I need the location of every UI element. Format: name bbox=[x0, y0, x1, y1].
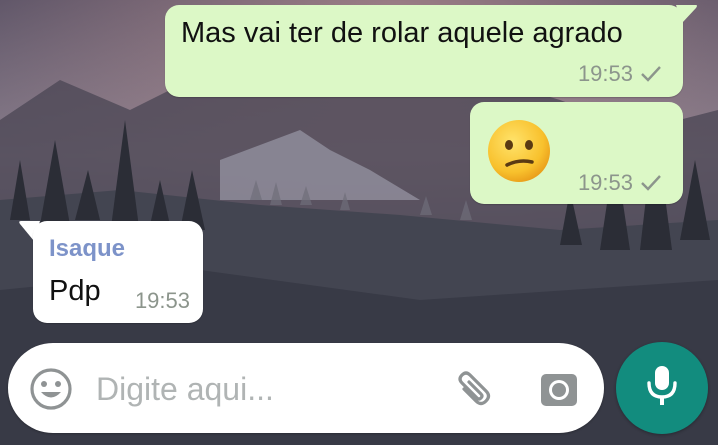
bubble-tail bbox=[676, 5, 697, 23]
paperclip-icon[interactable] bbox=[448, 365, 496, 413]
message-time: 19:53 bbox=[577, 61, 633, 86]
message-outgoing-emoji[interactable]: 19:53 bbox=[470, 102, 683, 204]
message-outgoing[interactable]: Mas vai ter de rolar aquele agrado 19:53 bbox=[165, 5, 683, 97]
confused-face-emoji bbox=[487, 119, 551, 183]
message-text: Mas vai ter de rolar aquele agrado bbox=[181, 17, 623, 49]
message-time: 19:53 bbox=[134, 288, 190, 313]
sender-name[interactable]: Isaque bbox=[49, 235, 125, 263]
message-text: Pdp bbox=[49, 275, 101, 307]
message-composer bbox=[8, 343, 604, 433]
message-time: 19:53 bbox=[577, 170, 633, 195]
message-incoming[interactable]: Isaque Pdp 19:53 bbox=[33, 221, 203, 323]
message-meta: 19:53 bbox=[578, 61, 663, 87]
message-input[interactable] bbox=[94, 363, 428, 415]
microphone-button[interactable] bbox=[616, 342, 708, 434]
message-meta: 19:53 bbox=[578, 170, 663, 196]
camera-icon[interactable] bbox=[536, 366, 582, 412]
sent-check-icon bbox=[639, 173, 663, 193]
sent-check-icon bbox=[639, 64, 663, 84]
emoji-icon[interactable] bbox=[28, 366, 74, 412]
microphone-icon bbox=[642, 363, 682, 414]
